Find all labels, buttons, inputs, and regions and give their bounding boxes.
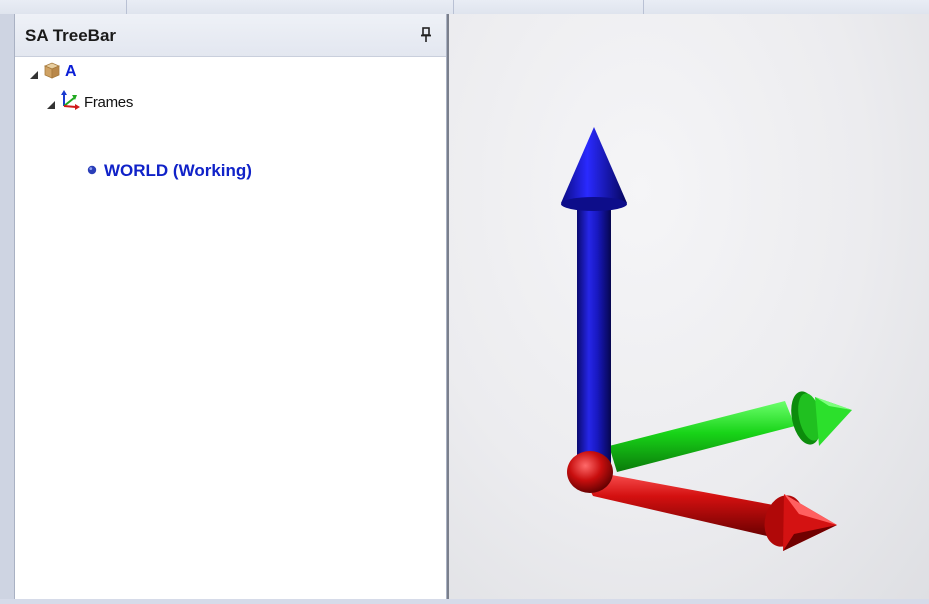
tab-separator <box>126 0 127 14</box>
axes-icon <box>59 89 81 115</box>
x-axis-arrow <box>579 469 837 551</box>
tab-separator <box>453 0 454 14</box>
tree-item-world[interactable]: WORLD (Working) <box>87 160 252 182</box>
treebar-panel: SA TreeBar A Frames WORLD (Working) <box>14 14 447 599</box>
left-dock-edge <box>0 14 14 599</box>
tree-item-a-label: A <box>65 63 77 80</box>
tree-item-frames-label: Frames <box>84 93 134 111</box>
tab-separator <box>643 0 644 14</box>
tree-item-a[interactable]: A <box>29 61 77 83</box>
coordinate-frame-axes <box>561 127 852 551</box>
y-axis-arrow <box>609 391 852 472</box>
window-top-strip <box>0 0 929 15</box>
bullet-icon <box>87 162 97 180</box>
tree-item-frames[interactable]: Frames <box>46 89 134 115</box>
expand-triangle-icon[interactable] <box>46 97 56 109</box>
treebar-header: SA TreeBar <box>15 14 446 57</box>
tree-item-world-label: WORLD (Working) <box>104 161 252 180</box>
z-axis-arrow <box>561 127 627 464</box>
treebar-title: SA TreeBar <box>25 26 117 45</box>
origin-ball <box>567 451 613 493</box>
expand-triangle-icon[interactable] <box>29 67 39 79</box>
pin-icon[interactable] <box>418 26 434 44</box>
3d-viewport[interactable] <box>447 14 929 599</box>
box-icon <box>42 60 62 85</box>
